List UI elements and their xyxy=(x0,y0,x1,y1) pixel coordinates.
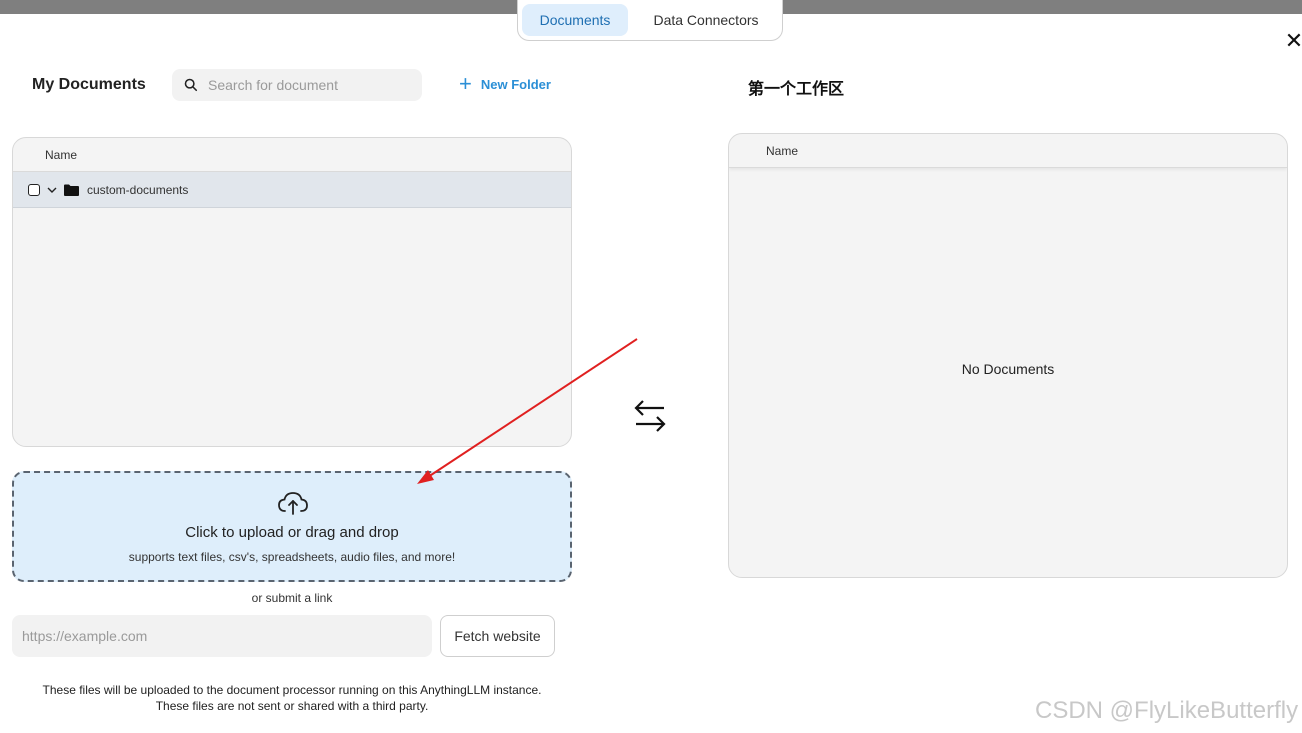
table-header: Name xyxy=(729,134,1287,168)
table-header: Name xyxy=(13,138,571,172)
chevron-down-icon[interactable] xyxy=(46,184,58,196)
disclaimer-line-2: These files are not sent or shared with … xyxy=(155,699,429,713)
cloud-upload-icon xyxy=(278,492,308,515)
empty-state-text: No Documents xyxy=(961,361,1055,377)
workspace-title: 第一个工作区 xyxy=(748,79,845,98)
tab-documents[interactable]: Documents xyxy=(522,4,628,36)
workspace-documents-table: Name No Documents xyxy=(728,133,1288,578)
close-icon[interactable]: ✕ xyxy=(1284,30,1302,52)
search-icon xyxy=(184,78,198,92)
url-input[interactable] xyxy=(12,615,432,657)
watermark: CSDN @FlyLikeButterfly xyxy=(1035,697,1299,724)
row-checkbox[interactable] xyxy=(28,183,40,196)
search-input[interactable] xyxy=(208,77,408,93)
upload-disclaimer: These files will be uploaded to the docu… xyxy=(12,682,572,714)
disclaimer-line-1: These files will be uploaded to the docu… xyxy=(42,683,542,697)
new-folder-label: New Folder xyxy=(480,76,551,92)
column-name-header: Name xyxy=(45,147,78,162)
my-documents-title: My Documents xyxy=(32,76,146,93)
plus-icon: + xyxy=(459,71,472,96)
or-submit-link-text: or submit a link xyxy=(251,591,333,605)
column-name-header: Name xyxy=(766,143,799,158)
folder-name: custom-documents xyxy=(87,182,189,197)
swap-arrows-icon[interactable] xyxy=(632,398,668,432)
tab-bar: Documents Data Connectors xyxy=(517,0,783,41)
folder-icon xyxy=(64,184,79,196)
table-row[interactable]: custom-documents xyxy=(13,172,571,208)
my-documents-table: Name custom-documents xyxy=(12,137,572,447)
upload-subtitle: supports text files, csv's, spreadsheets… xyxy=(128,550,456,564)
upload-dropzone[interactable]: Click to upload or drag and drop support… xyxy=(12,471,572,582)
upload-title: Click to upload or drag and drop xyxy=(185,524,399,541)
fetch-website-button[interactable]: Fetch website xyxy=(440,615,555,657)
search-box xyxy=(172,69,422,101)
new-folder-button[interactable]: + New Folder xyxy=(459,71,551,96)
tab-data-connectors[interactable]: Data Connectors xyxy=(634,4,778,36)
